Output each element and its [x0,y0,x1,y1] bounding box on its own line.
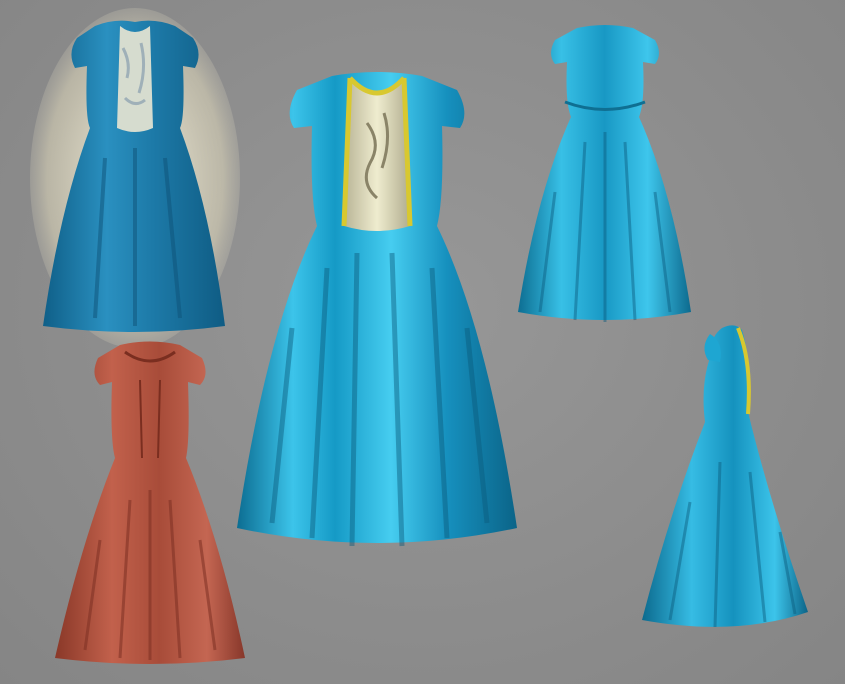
dress-photo-reference [30,8,240,348]
dress-photo-reference-image [30,8,240,348]
dress-hero-render-image [237,72,517,547]
dress-clay-render-image [55,341,245,664]
dress-back-view [515,22,695,324]
dress-clay-render [50,340,250,665]
dress-back-view-image [518,25,691,322]
render-canvas [0,0,845,684]
dress-side-view-image [642,325,808,628]
dress-side-view [640,322,812,632]
dress-hero-render [232,68,522,553]
